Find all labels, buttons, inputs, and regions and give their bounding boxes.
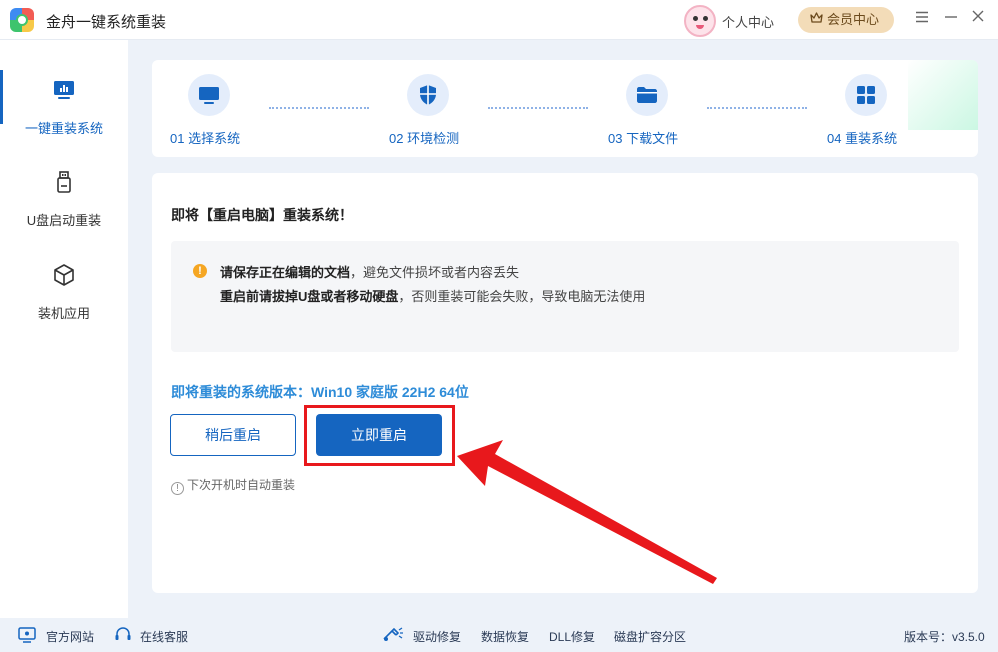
close-icon[interactable] <box>968 9 988 29</box>
step-connector <box>707 107 807 109</box>
step-4-label: 04 重装系统 <box>827 131 898 146</box>
sidebar-item-label: 装机应用 <box>37 306 90 321</box>
notice-line-1: 请保存正在编辑的文档，避免文件损坏或者内容丢失 <box>220 265 520 280</box>
step-4-windows-icon <box>845 74 887 116</box>
monitor-chart-icon <box>52 78 76 102</box>
step-connector <box>269 107 369 109</box>
data-recovery-link[interactable]: 数据恢复 <box>481 628 529 645</box>
title-bar: 金舟一键系统重装 个人中心 会员中心 <box>0 0 998 40</box>
usb-drive-icon <box>52 170 76 194</box>
target-version-text: 即将重装的系统版本：Win10 家庭版 22H2 64位 <box>171 384 469 400</box>
personal-center-link[interactable]: 个人中心 <box>722 12 774 31</box>
crown-icon <box>810 7 823 33</box>
step-3-folder-icon <box>626 74 668 116</box>
restart-later-button[interactable]: 稍后重启 <box>170 414 296 456</box>
notice-box: ! 请保存正在编辑的文档，避免文件损坏或者内容丢失 重启前请拔掉U盘或者移动硬盘… <box>171 241 959 352</box>
restart-now-button[interactable]: 立即重启 <box>316 414 442 456</box>
official-site-link[interactable]: 官方网站 <box>46 628 94 645</box>
cube-icon <box>52 263 76 287</box>
app-title: 金舟一键系统重装 <box>46 14 167 31</box>
footer-bar: 官方网站 在线客服 驱动修复 数据恢复 DLL修复 磁盘扩容分区 版本号：v3.… <box>0 618 998 652</box>
driver-repair-link[interactable]: 驱动修复 <box>413 628 461 645</box>
driver-repair-icon <box>382 627 404 646</box>
progress-steps: 01 选择系统 02 环境检测 03 下载文件 04 重装系统 <box>152 60 978 157</box>
online-support-link[interactable]: 在线客服 <box>140 628 188 645</box>
step-2-shield-icon <box>407 74 449 116</box>
sidebar: 一键重装系统 U盘启动重装 装机应用 <box>0 40 128 618</box>
disk-partition-link[interactable]: 磁盘扩容分区 <box>614 628 686 645</box>
step-3-label: 03 下载文件 <box>608 131 679 146</box>
warning-icon: ! <box>193 264 207 278</box>
auto-reinstall-note: ! 下次开机时自动重装 <box>171 476 295 495</box>
version-label: 版本号：v3.5.0 <box>904 630 985 644</box>
page-title: 即将【重启电脑】重装系统！ <box>171 207 353 223</box>
sidebar-item-one-click-reinstall[interactable]: 一键重装系统 <box>0 40 128 136</box>
avatar[interactable] <box>684 5 716 37</box>
notice-line-2: 重启前请拔掉U盘或者移动硬盘，否则重装可能会失败，导致电脑无法使用 <box>220 289 646 304</box>
sidebar-item-install-apps[interactable]: 装机应用 <box>0 225 128 321</box>
step-1-monitor-icon <box>188 74 230 116</box>
app-logo-icon <box>10 8 34 32</box>
step-connector <box>488 107 588 109</box>
step-2-label: 02 环境检测 <box>389 131 460 146</box>
minimize-icon[interactable] <box>941 9 961 29</box>
vip-center-button[interactable]: 会员中心 <box>798 7 894 33</box>
sidebar-item-usb-reinstall[interactable]: U盘启动重装 <box>0 132 128 228</box>
step-1-label: 01 选择系统 <box>170 131 241 146</box>
official-site-icon <box>18 627 36 646</box>
decoration-graphic <box>908 60 978 130</box>
info-icon: ! <box>171 482 184 495</box>
headset-icon <box>114 627 132 646</box>
annotation-arrow-icon <box>457 440 717 584</box>
vip-center-label: 会员中心 <box>827 12 880 27</box>
dll-repair-link[interactable]: DLL修复 <box>549 628 595 645</box>
menu-icon[interactable] <box>912 9 932 29</box>
